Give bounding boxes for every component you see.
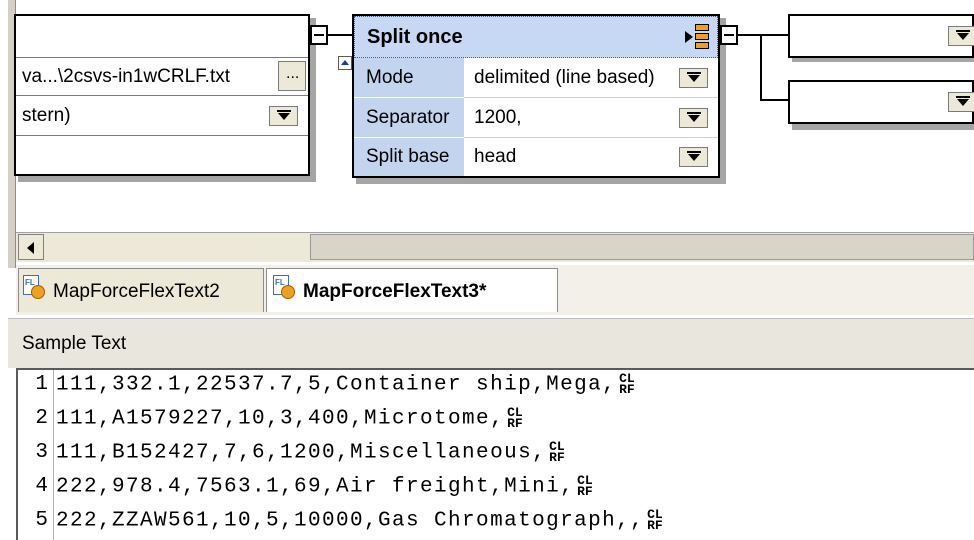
sample-line: 1 111,332.1,22537.7,5,Container ship,Meg…: [0, 372, 974, 404]
collapse-icon[interactable]: [338, 56, 352, 70]
mapping-line: [738, 34, 788, 36]
crlf-icon: LF: [514, 405, 523, 431]
crlf-icon: LF: [626, 371, 635, 397]
browse-button-label: ...: [286, 65, 300, 82]
source-component-node[interactable]: va...\2csvs-in1wCRLF.txt ... stern): [14, 14, 310, 176]
file-row: va...\2csvs-in1wCRLF.txt ...: [16, 58, 308, 96]
sample-text-header: Sample Text: [8, 318, 974, 368]
sample-line: 5 222,ZZAW561,10,5,10000,Gas Chromatogra…: [0, 508, 974, 540]
mapping-line: [760, 34, 762, 100]
split-base-value-cell[interactable]: head: [464, 138, 718, 176]
sample-line: 3 111,B152427,7,6,1200,Miscellaneous, C RL…: [0, 440, 974, 472]
mode-label: Mode: [366, 67, 414, 88]
line-text: 222,978.4,7563.1,69,Air freight,Mini, C RL…: [56, 473, 593, 499]
tab-mapforceflextext2[interactable]: FL MapForceFlexText2: [18, 268, 264, 312]
line-number: 4: [35, 475, 48, 498]
mode-value-cell[interactable]: delimited (line based): [464, 58, 718, 98]
crlf-icon: LF: [556, 439, 565, 465]
tab-mapforceflextext3[interactable]: FL MapForceFlexText3*: [266, 268, 558, 312]
line-text: 111,B152427,7,6,1200,Miscellaneous, C RL F: [56, 439, 565, 465]
crlf-icon: CR: [507, 405, 515, 431]
crlf-icon: LF: [654, 507, 663, 533]
sample-text-title: Sample Text: [22, 333, 127, 354]
separator-value: 1200,: [474, 107, 522, 128]
option-value: stern): [22, 105, 71, 126]
browse-button[interactable]: ...: [278, 61, 306, 91]
split-node-title: Split once: [367, 26, 463, 48]
crlf-icon: CR: [647, 507, 655, 533]
mapping-line: [760, 99, 788, 101]
sample-line: 4 222,978.4,7563.1,69,Air freight,Mini, C…: [0, 474, 974, 506]
target-node-tail[interactable]: [788, 80, 974, 124]
tab-label: MapForceFlexText2: [53, 281, 220, 302]
split-base-label-cell: Split base: [354, 138, 464, 176]
split-node-title-bar[interactable]: Split once: [354, 16, 718, 58]
target-tail-dropdown-button[interactable]: [948, 92, 974, 112]
line-text: 222,ZZAW561,10,5,10000,Gas Chromatograph…: [56, 507, 663, 533]
file-path-value: va...\2csvs-in1wCRLF.txt: [22, 66, 230, 87]
flextext-document-icon: FL: [23, 275, 47, 301]
split-icon: [685, 23, 711, 51]
option-row: stern): [16, 96, 308, 136]
separator-label: Separator: [366, 107, 450, 128]
line-number: 1: [35, 373, 48, 396]
line-number: 5: [35, 509, 48, 532]
crlf-icon: CR: [619, 371, 627, 397]
split-once-node[interactable]: Split once Mode delimited (line based) S…: [352, 14, 720, 178]
output-connector[interactable]: [310, 25, 328, 45]
mode-value: delimited (line based): [474, 67, 655, 88]
mapping-line: [328, 34, 352, 36]
split-output-connector[interactable]: [720, 25, 738, 45]
separator-label-cell: Separator: [354, 98, 464, 138]
scroll-thumb[interactable]: [310, 234, 974, 260]
separator-dropdown-button[interactable]: [679, 108, 708, 128]
node-title-row: [16, 16, 308, 58]
crlf-icon: CR: [549, 439, 557, 465]
flextext-document-icon: FL: [273, 275, 297, 301]
split-base-label: Split base: [366, 146, 450, 167]
split-base-dropdown-button[interactable]: [679, 147, 708, 167]
target-node-head[interactable]: [788, 14, 974, 58]
tab-label: MapForceFlexText3*: [303, 281, 487, 302]
line-text: 111,A1579227,10,3,400,Microtome, C RL F: [56, 405, 523, 431]
line-text: 111,332.1,22537.7,5,Container ship,Mega,…: [56, 371, 635, 397]
option-dropdown-button[interactable]: [269, 106, 298, 126]
line-number: 3: [35, 441, 48, 464]
line-number: 2: [35, 407, 48, 430]
mode-label-cell: Mode: [354, 58, 464, 98]
mode-dropdown-button[interactable]: [679, 68, 708, 88]
scroll-left-button[interactable]: [18, 234, 44, 260]
crlf-icon: CR: [577, 473, 585, 499]
separator-value-cell[interactable]: 1200,: [464, 98, 718, 138]
left-arrow-icon: [27, 242, 34, 254]
split-base-value: head: [474, 146, 517, 167]
target-head-dropdown-button[interactable]: [948, 26, 974, 46]
sample-line: 2 111,A1579227,10,3,400,Microtome, C RL F: [0, 406, 974, 438]
crlf-icon: LF: [584, 473, 593, 499]
